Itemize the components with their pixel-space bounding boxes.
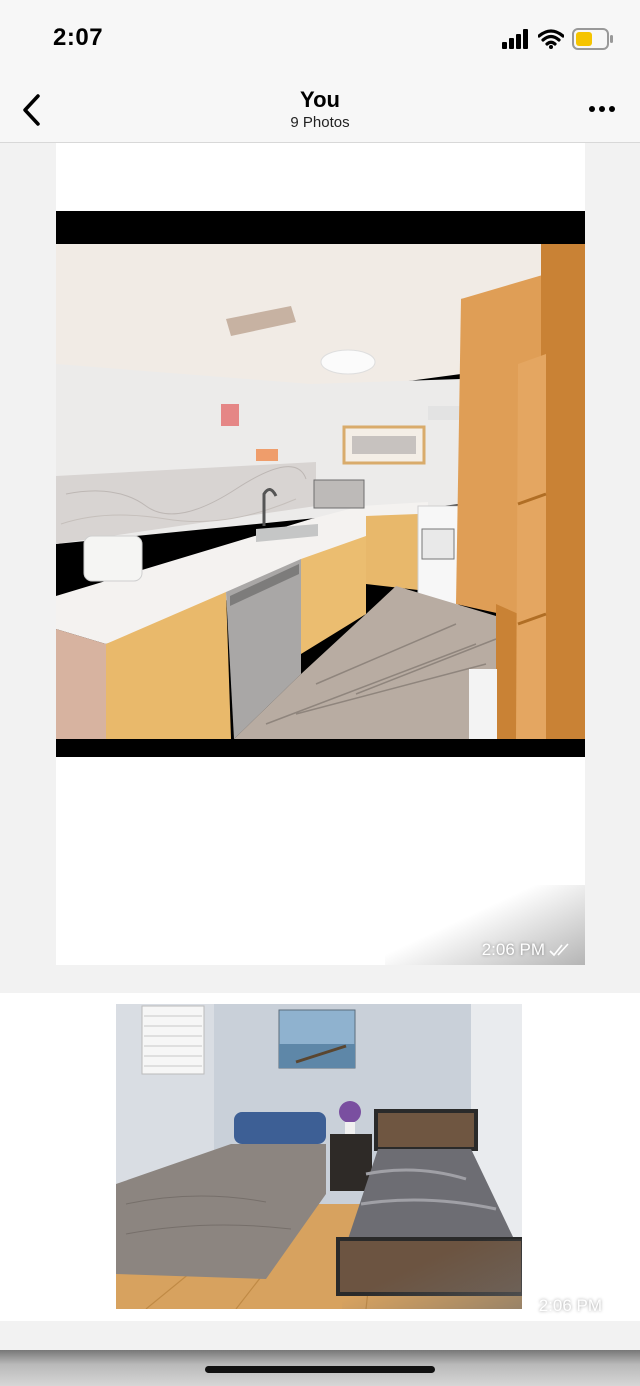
more-horizontal-icon — [589, 106, 615, 112]
more-button[interactable] — [586, 94, 620, 124]
page-subtitle: 9 Photos — [290, 114, 350, 131]
status-bar: 2:07 — [0, 0, 640, 80]
double-check-icon — [549, 943, 569, 957]
timestamp-shade — [342, 1239, 522, 1309]
wifi-icon — [538, 29, 564, 49]
nav-bar: You 9 Photos — [0, 80, 640, 143]
photo-message-bedroom: 2:06 PM — [0, 993, 640, 1321]
bedroom-photo[interactable] — [116, 1004, 522, 1309]
kitchen-illustration — [56, 244, 585, 739]
timestamp-text: 2:06 PM — [481, 940, 545, 959]
page-title: You — [300, 87, 340, 112]
photo-letterbox — [56, 211, 585, 757]
timestamp-text: 2:06 PM — [538, 1296, 602, 1315]
double-check-icon — [606, 1299, 626, 1313]
message-timestamp: 2:06 PM — [482, 940, 573, 960]
kitchen-photo[interactable] — [56, 244, 585, 739]
cellular-signal-icon — [502, 29, 528, 49]
status-time: 2:07 — [53, 24, 104, 51]
home-indicator[interactable] — [205, 1366, 435, 1373]
photo-message-kitchen[interactable]: 2:06 PM — [56, 143, 585, 965]
battery-icon — [572, 28, 613, 50]
message-timestamp: 2:06 PM — [539, 1296, 630, 1316]
status-icons — [502, 26, 614, 52]
